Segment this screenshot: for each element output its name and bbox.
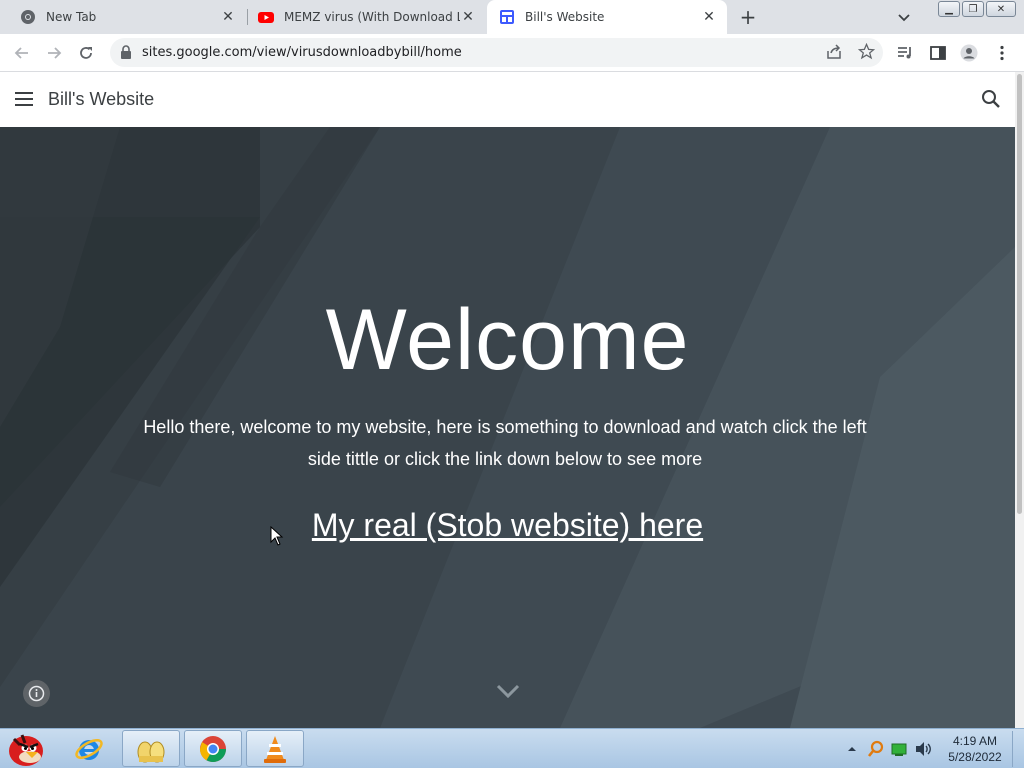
restore-button[interactable]: ❐: [962, 1, 984, 17]
file-explorer-icon: [137, 741, 165, 762]
tab-title: New Tab: [46, 10, 97, 24]
site-header: Bill's Website: [0, 72, 1015, 127]
minimize-button[interactable]: ▁: [938, 1, 960, 17]
site-info-button[interactable]: [23, 680, 50, 707]
search-tray-icon[interactable]: [867, 740, 885, 758]
lock-icon[interactable]: [120, 45, 132, 59]
volume-icon[interactable]: [914, 740, 932, 758]
reload-button[interactable]: [74, 41, 98, 65]
clock-date: 5/28/2022: [948, 750, 1002, 764]
close-window-button[interactable]: ✕: [986, 1, 1016, 17]
tab-close-icon[interactable]: ✕: [701, 9, 717, 25]
taskbar-clock[interactable]: 4:19 AM 5/28/2022: [940, 733, 1010, 765]
taskbar-chrome[interactable]: [184, 730, 242, 767]
info-icon: [28, 685, 45, 702]
chrome-icon: [21, 10, 35, 24]
window-controls: ▁ ❐ ✕: [938, 1, 1016, 17]
scrollbar-thumb[interactable]: [1017, 74, 1022, 514]
taskbar-vlc[interactable]: [246, 730, 304, 767]
url-text[interactable]: sites.google.com/view/virusdownloadbybil…: [142, 45, 462, 60]
show-desktop-button[interactable]: [1012, 731, 1022, 767]
mouse-cursor-icon: [270, 526, 284, 546]
hero-intro-text: Hello there, welcome to my website, here…: [143, 417, 867, 469]
tab-close-icon[interactable]: ✕: [460, 9, 476, 25]
google-sites-icon: [500, 10, 514, 24]
internet-explorer-icon: [75, 738, 103, 760]
forward-arrow-icon: [48, 47, 62, 59]
reload-icon: [80, 47, 92, 59]
tab-search-chevron-icon[interactable]: [896, 9, 912, 25]
taskbar-internet-explorer[interactable]: [60, 730, 118, 767]
bookmark-star-icon[interactable]: [858, 43, 875, 60]
chrome-icon: [199, 735, 227, 762]
tab-new-tab[interactable]: New Tab ✕: [0, 0, 246, 34]
back-button[interactable]: [10, 41, 34, 65]
side-panel-icon[interactable]: [929, 44, 947, 62]
stob-website-link[interactable]: My real (Stob website) here: [0, 507, 1015, 544]
angry-birds-start-icon[interactable]: [4, 729, 50, 768]
page-scrollbar[interactable]: [1015, 72, 1024, 728]
more-menu-icon[interactable]: [993, 44, 1011, 62]
site-title[interactable]: Bill's Website: [48, 89, 154, 110]
search-icon[interactable]: [980, 88, 1002, 110]
back-arrow-icon: [14, 47, 28, 59]
tab-memz-video[interactable]: MEMZ virus (With Download Link ✕: [238, 0, 486, 34]
windows-taskbar: 4:19 AM 5/28/2022: [0, 728, 1024, 768]
show-hidden-icons-icon[interactable]: [847, 744, 857, 754]
clock-time: 4:19 AM: [952, 734, 998, 748]
forward-button[interactable]: [42, 41, 66, 65]
tab-close-icon[interactable]: ✕: [220, 9, 236, 25]
tab-strip: New Tab ✕ MEMZ virus (With Download Link…: [0, 0, 1024, 34]
new-tab-button[interactable]: +: [737, 5, 759, 29]
profile-avatar-icon[interactable]: [960, 44, 978, 62]
web-page: Bill's Website Welcome Hello there, welc…: [0, 72, 1015, 728]
browser-toolbar: sites.google.com/view/virusdownloadbybil…: [0, 34, 1024, 72]
hero-section: Welcome Hello there, welcome to my websi…: [0, 127, 1015, 728]
taskbar-file-explorer[interactable]: [122, 730, 180, 767]
youtube-icon: [258, 12, 274, 23]
network-icon[interactable]: [891, 741, 907, 757]
hero-heading: Welcome: [325, 292, 690, 388]
share-icon[interactable]: [826, 44, 842, 60]
tab-title: MEMZ virus (With Download Link: [284, 10, 460, 24]
media-control-icon[interactable]: [896, 44, 914, 62]
vlc-icon: [264, 735, 286, 763]
address-bar[interactable]: sites.google.com/view/virusdownloadbybil…: [110, 38, 883, 67]
tab-bills-website[interactable]: Bill's Website ✕: [487, 0, 727, 34]
scroll-down-chevron-icon[interactable]: [496, 683, 520, 699]
tab-title: Bill's Website: [525, 10, 605, 24]
hamburger-menu-icon[interactable]: [15, 92, 33, 106]
